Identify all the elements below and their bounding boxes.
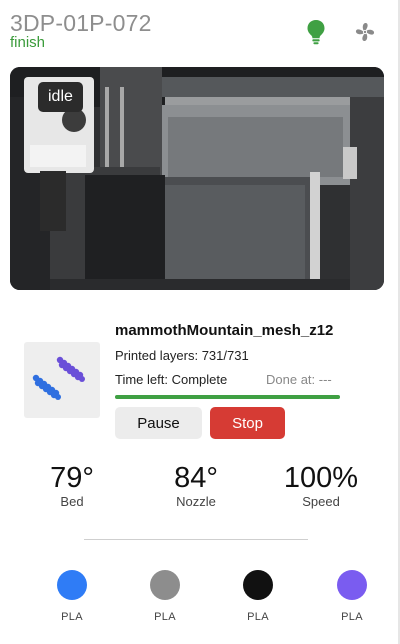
- file-name: mammothMountain_mesh_z12: [115, 322, 334, 339]
- bed-stat: 79° Bed: [17, 462, 127, 509]
- material-slot-1[interactable]: PLA: [42, 568, 102, 623]
- speed-value: 100%: [283, 462, 359, 494]
- printer-header: 3DP-01P-072 finish: [10, 10, 390, 52]
- bed-label: Bed: [60, 494, 84, 509]
- speed-label: Speed: [302, 494, 340, 509]
- model-thumbnail: [24, 342, 100, 418]
- stop-button[interactable]: Stop: [210, 407, 285, 439]
- progress-bar: [115, 395, 340, 399]
- material-color-swatch: [57, 570, 87, 600]
- printer-state-badge: idle: [38, 82, 83, 112]
- nozzle-label: Nozzle: [176, 494, 216, 509]
- material-type: PLA: [154, 611, 176, 623]
- material-slot-2[interactable]: PLA: [135, 568, 195, 623]
- material-slot-3[interactable]: PLA: [228, 568, 288, 623]
- pause-button[interactable]: Pause: [115, 407, 202, 439]
- printed-layers: Printed layers: 731/731: [115, 348, 249, 363]
- nozzle-stat: 84° Nozzle: [141, 462, 251, 509]
- material-type: PLA: [247, 611, 269, 623]
- camera-feed: idle: [10, 67, 384, 290]
- print-job-panel: mammothMountain_mesh_z12 Printed layers:…: [0, 318, 400, 439]
- material-slots: PLA PLA PLA PLA: [0, 568, 400, 628]
- material-type: PLA: [61, 611, 83, 623]
- material-color-swatch: [337, 570, 367, 600]
- material-color-swatch: [243, 570, 273, 600]
- lightbulb-icon[interactable]: [306, 19, 326, 45]
- progress-fill: [115, 395, 340, 399]
- printer-name: 3DP-01P-072: [10, 10, 152, 36]
- printer-status: finish: [10, 34, 46, 51]
- speed-stat: 100% Speed: [266, 462, 376, 509]
- material-color-swatch: [150, 570, 180, 600]
- done-at: Done at: ---: [266, 372, 332, 387]
- time-left: Time left: Complete: [115, 372, 228, 387]
- section-divider: [84, 539, 308, 540]
- material-type: PLA: [341, 611, 363, 623]
- material-slot-4[interactable]: PLA: [322, 568, 382, 623]
- temperature-stats: 79° Bed 84° Nozzle 100% Speed: [0, 462, 400, 512]
- fan-icon[interactable]: [354, 21, 376, 43]
- bed-temperature: 79°: [50, 462, 94, 494]
- nozzle-temperature: 84°: [174, 462, 218, 494]
